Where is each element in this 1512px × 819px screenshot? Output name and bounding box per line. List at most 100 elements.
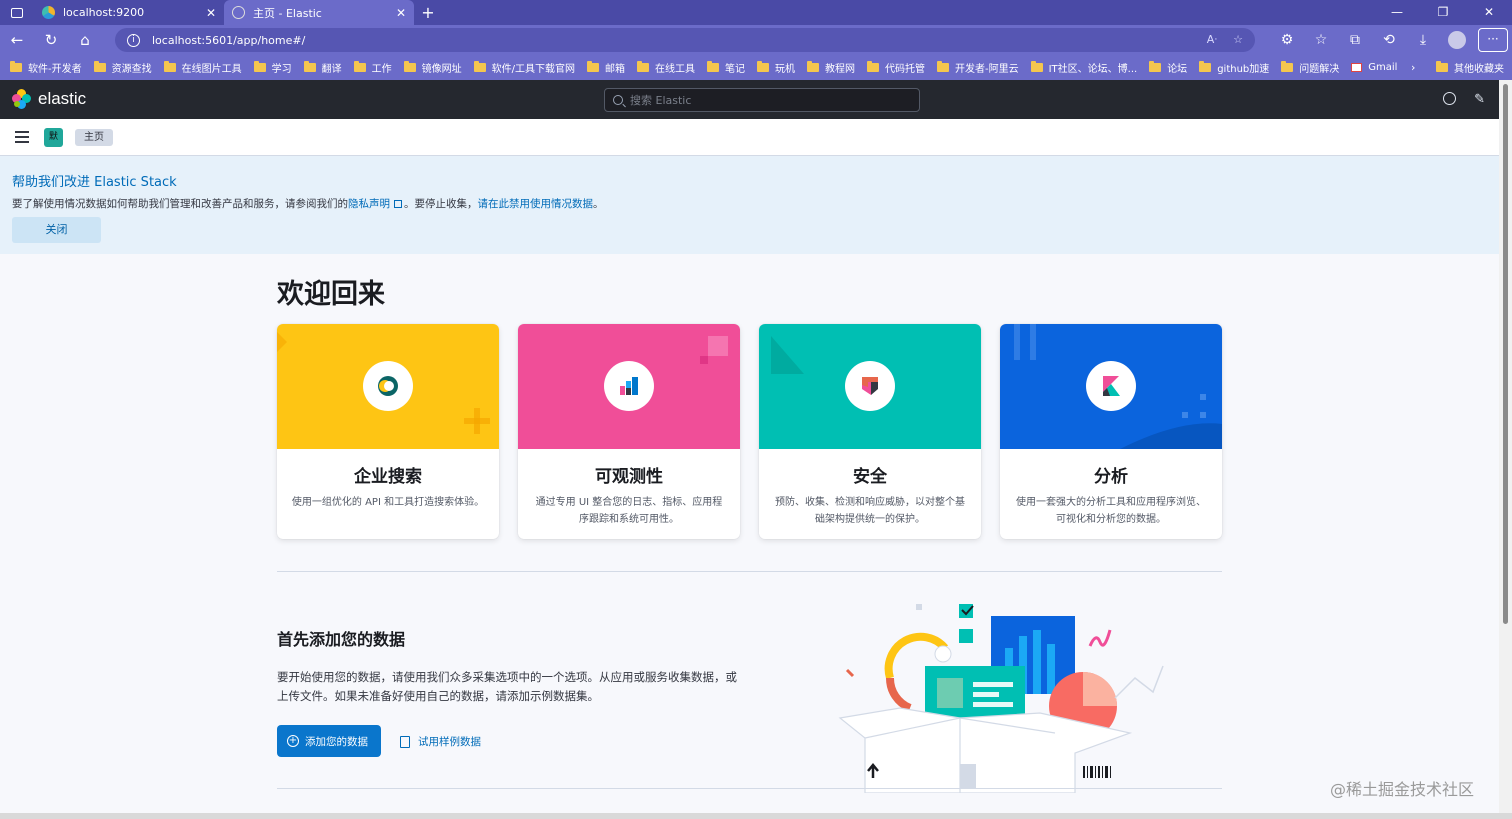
privacy-statement-link[interactable]: 隐私声明 <box>348 198 390 210</box>
bookmark-item[interactable]: 工作 <box>353 60 392 75</box>
folder-icon <box>586 61 599 72</box>
bookmark-item[interactable]: 在线图片工具 <box>163 60 242 75</box>
read-aloud-icon[interactable]: Aᐧ <box>1207 33 1217 46</box>
add-data-button-label: 添加您的数据 <box>305 735 368 748</box>
card-banner <box>1000 324 1222 449</box>
card-description: 使用一套强大的分析工具和应用程序浏览、可视化和分析您的数据。 <box>1016 497 1206 525</box>
menu-toggle-icon[interactable] <box>15 131 29 143</box>
collections-icon[interactable]: ⧉ <box>1338 32 1372 48</box>
elasticsearch-favicon-icon <box>42 6 55 19</box>
folder-icon <box>163 61 176 72</box>
folder-icon <box>706 61 719 72</box>
extensions-icon[interactable]: ⚙ <box>1270 32 1304 48</box>
document-icon <box>400 735 410 748</box>
breadcrumb-home: 主页 <box>75 129 113 146</box>
close-tab-icon[interactable]: ✕ <box>396 6 406 20</box>
bookmark-item[interactable]: 软件-开发者 <box>10 60 82 75</box>
observability-icon <box>604 361 654 411</box>
kibana-breadcrumb-bar: 默 主页 <box>0 119 1499 156</box>
bookmark-item[interactable]: 邮箱 <box>586 60 625 75</box>
browser-tab-1[interactable]: localhost:9200 ✕ <box>34 0 224 25</box>
watermark-text: @稀土掘金技术社区 <box>1330 780 1475 799</box>
browser-tab-2[interactable]: 主页 - Elastic ✕ <box>224 0 414 25</box>
other-bookmarks-label: 其他收藏夹 <box>1454 64 1504 75</box>
bookmark-item[interactable]: 翻译 <box>303 60 342 75</box>
card-security[interactable]: 安全 预防、收集、检测和响应威胁，以对整个基础架构提供统一的保护。 <box>759 324 981 539</box>
bookmark-label: 教程网 <box>824 64 855 75</box>
bookmark-item[interactable]: 资源查找 <box>93 60 152 75</box>
favorites-icon[interactable]: ☆ <box>1304 32 1338 48</box>
bookmark-item[interactable]: 问题解决 <box>1281 60 1339 75</box>
space-avatar[interactable]: 默 <box>44 128 63 147</box>
news-feed-icon[interactable]: ✎ <box>1474 92 1485 107</box>
bookmark-item[interactable]: 玩机 <box>756 60 795 75</box>
reload-icon[interactable]: ↻ <box>34 25 68 55</box>
profile-avatar[interactable] <box>1448 31 1466 49</box>
bookmark-item[interactable]: 在线工具 <box>636 60 695 75</box>
site-info-icon[interactable]: i <box>127 33 140 47</box>
telemetry-callout: 帮助我们改进 Elastic Stack 要了解使用情况数据如何帮助我们管理和改… <box>0 156 1499 254</box>
plus-in-circle-icon: + <box>287 735 299 747</box>
callout-text: 要了解使用情况数据如何帮助我们管理和改善产品和服务，请参阅我们的隐私声明 。要停止… <box>12 196 604 211</box>
global-search-input[interactable]: 搜索 Elastic <box>604 88 920 112</box>
url-text: localhost:5601/app/home#/ <box>152 33 306 47</box>
folder-icon <box>756 61 769 72</box>
card-description: 通过专用 UI 整合您的日志、指标、应用程序跟踪和系统可用性。 <box>535 497 723 525</box>
bookmark-label: 问题解决 <box>1299 64 1340 75</box>
bookmark-label: 软件/工具下载官网 <box>491 64 575 75</box>
external-link-icon <box>394 200 402 208</box>
bookmark-item[interactable]: github加速 <box>1199 60 1269 75</box>
close-tab-icon[interactable]: ✕ <box>206 6 216 20</box>
folder-icon <box>806 61 819 72</box>
globe-favicon-icon <box>232 6 245 19</box>
downloads-icon[interactable]: ⤓ <box>1406 32 1440 48</box>
restore-icon[interactable]: ❐ <box>1420 0 1466 25</box>
bookmark-item[interactable]: 论坛 <box>1149 60 1187 75</box>
elastic-logo[interactable]: elastic <box>12 89 86 109</box>
close-window-icon[interactable]: ✕ <box>1466 0 1512 25</box>
address-bar[interactable]: i localhost:5601/app/home#/ Aᐧ ☆ <box>115 28 1255 52</box>
other-bookmarks[interactable]: 其他收藏夹 <box>1436 55 1504 80</box>
bookmark-item[interactable]: 代码托管 <box>866 60 925 75</box>
bookmark-item[interactable]: 软件/工具下载官网 <box>473 60 575 75</box>
search-placeholder: 搜索 Elastic <box>630 94 692 107</box>
scrollbar-thumb[interactable] <box>1503 84 1508 624</box>
bookmarks-overflow-icon[interactable]: › <box>1411 55 1415 80</box>
bookmark-item[interactable]: Gmail <box>1351 62 1397 73</box>
home-icon[interactable]: ⌂ <box>68 25 102 55</box>
card-enterprise-search[interactable]: 企业搜索 使用一组优化的 API 和工具打造搜索体验。 <box>277 324 499 539</box>
back-icon[interactable]: ← <box>0 25 34 55</box>
tab-actions-icon[interactable] <box>0 0 34 25</box>
bookmark-label: 在线图片工具 <box>181 64 242 75</box>
minimize-icon[interactable]: — <box>1374 0 1420 25</box>
card-observability[interactable]: 可观测性 通过专用 UI 整合您的日志、指标、应用程序跟踪和系统可用性。 <box>518 324 740 539</box>
card-analytics[interactable]: 分析 使用一套强大的分析工具和应用程序浏览、可视化和分析您的数据。 <box>1000 324 1222 539</box>
history-icon[interactable]: ⟲ <box>1372 32 1406 48</box>
bookmark-item[interactable]: 镜像网址 <box>403 60 462 75</box>
add-data-description: 要开始使用您的数据，请使用我们众多采集选项中的一个选项。从应用或服务收集数据，或… <box>277 670 737 703</box>
card-banner <box>518 324 740 449</box>
close-callout-button[interactable]: 关闭 <box>12 217 101 243</box>
favorite-add-icon[interactable]: ☆ <box>1233 33 1243 46</box>
disable-usage-data-link[interactable]: 请在此禁用使用情况数据 <box>478 198 594 210</box>
bookmark-item[interactable]: 开发者-阿里云 <box>936 60 1019 75</box>
help-icon[interactable] <box>1443 92 1457 105</box>
bookmark-label: Gmail <box>1368 62 1398 73</box>
try-sample-data-link[interactable]: 试用样例数据 <box>400 734 481 749</box>
callout-title: 帮助我们改进 Elastic Stack <box>12 175 177 190</box>
bookmark-label: 开发者-阿里云 <box>954 64 1019 75</box>
bookmark-item[interactable]: IT社区、论坛、博... <box>1030 60 1137 75</box>
bookmark-item[interactable]: 教程网 <box>806 60 855 75</box>
new-tab-icon[interactable]: + <box>414 0 442 25</box>
folder-icon <box>866 61 879 72</box>
bookmark-item[interactable]: 笔记 <box>706 60 745 75</box>
callout-text-part: 要了解使用情况数据如何帮助我们管理和改善产品和服务，请参阅我们的 <box>12 198 348 210</box>
bookmark-item[interactable]: 学习 <box>253 60 292 75</box>
more-menu-icon[interactable]: ··· <box>1478 28 1508 52</box>
add-data-button[interactable]: + 添加您的数据 <box>277 725 381 757</box>
elastic-logo-icon <box>12 89 32 109</box>
browser-tab-strip: localhost:9200 ✕ 主页 - Elastic ✕ + — ❐ ✕ <box>0 0 1512 25</box>
bookmark-label: 笔记 <box>724 64 745 75</box>
folder-icon <box>473 61 486 72</box>
callout-text-part: 。要停止收集， <box>404 198 478 210</box>
